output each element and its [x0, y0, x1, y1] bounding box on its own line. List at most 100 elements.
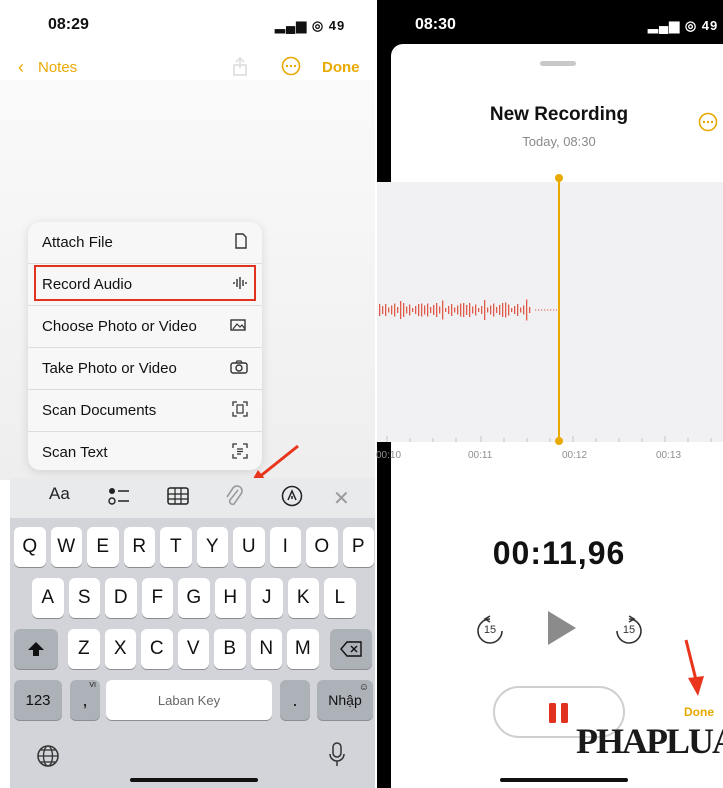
key-b[interactable]: B [214, 629, 246, 669]
waveform-bar [451, 304, 453, 316]
key-m[interactable]: M [287, 629, 319, 669]
key-k[interactable]: K [287, 578, 319, 618]
key-p[interactable]: P [342, 527, 374, 567]
waveform-bar [388, 307, 390, 313]
key-j[interactable]: J [251, 578, 283, 618]
key-v[interactable]: V [177, 629, 209, 669]
menu-item-label: Attach File [42, 234, 113, 251]
play-button[interactable] [546, 609, 578, 652]
more-icon[interactable] [698, 112, 718, 137]
menu-item-scan-text[interactable]: Scan Text [28, 432, 262, 470]
waveform-bar [505, 302, 507, 318]
menu-item-choose-photo[interactable]: Choose Photo or Video [28, 306, 262, 347]
microphone-icon[interactable] [328, 742, 346, 773]
status-time: 08:30 [415, 16, 456, 33]
key-x[interactable]: X [104, 629, 136, 669]
key-g[interactable]: G [178, 578, 210, 618]
status-time: 08:29 [48, 16, 89, 33]
waveform-bar [499, 305, 501, 315]
key-t[interactable]: T [160, 527, 192, 567]
share-icon[interactable] [230, 56, 250, 76]
key-f[interactable]: F [141, 578, 173, 618]
menu-item-label: Scan Text [42, 444, 108, 461]
skip-forward-15-button[interactable]: 15 [613, 615, 645, 647]
key-i[interactable]: I [269, 527, 301, 567]
waveform-bar [379, 304, 381, 316]
skip-back-15-button[interactable]: 15 [474, 615, 506, 647]
menu-item-scan-documents[interactable]: Scan Documents [28, 390, 262, 431]
numbers-key[interactable]: 123 [14, 680, 62, 720]
menu-item-label: Take Photo or Video [42, 360, 177, 377]
key-e[interactable]: E [87, 527, 119, 567]
checklist-icon[interactable] [108, 486, 130, 511]
return-key[interactable]: Nhập ☺ [317, 680, 373, 720]
playhead[interactable] [558, 176, 560, 444]
key-s[interactable]: S [68, 578, 100, 618]
key-a[interactable]: A [32, 578, 64, 618]
waveform-bar [478, 308, 480, 312]
table-icon[interactable] [167, 487, 189, 510]
waveform-bar [418, 304, 420, 316]
waveform-bar [457, 305, 459, 315]
skip-back-label: 15 [483, 624, 497, 636]
waveform-dot [544, 309, 546, 311]
menu-item-take-photo[interactable]: Take Photo or Video [28, 348, 262, 389]
waveform-bar [466, 305, 468, 315]
sheet-grabber[interactable] [540, 61, 576, 66]
waveform-bar [520, 307, 522, 313]
chevron-left-icon[interactable]: ‹ [18, 57, 24, 78]
key-n[interactable]: N [250, 629, 282, 669]
key-q[interactable]: Q [14, 527, 46, 567]
waveform-dot [556, 309, 557, 311]
more-icon[interactable] [281, 56, 301, 76]
period-key[interactable]: . [280, 680, 310, 720]
waveform-bar [517, 304, 519, 316]
recording-title[interactable]: New Recording [377, 104, 723, 126]
waveform-bar [403, 303, 405, 317]
done-button[interactable]: Done [684, 705, 714, 719]
key-o[interactable]: O [306, 527, 338, 567]
waveform-bar [490, 305, 492, 315]
pause-icon [549, 703, 568, 723]
waveform-bar [463, 303, 465, 317]
waveform-bar [529, 307, 531, 313]
timeline-label: 00:13 [656, 450, 682, 461]
close-icon[interactable]: ✕ [333, 486, 350, 511]
timeline-ticks [386, 436, 712, 442]
waveform-bar [394, 303, 396, 317]
play-icon [548, 611, 576, 645]
waveform-dot [550, 309, 552, 311]
globe-icon[interactable] [36, 744, 60, 773]
paperclip-icon[interactable] [224, 484, 244, 513]
key-w[interactable]: W [50, 527, 82, 567]
key-l[interactable]: L [324, 578, 356, 618]
elapsed-time: 00:11,96 [492, 535, 626, 571]
key-z[interactable]: Z [68, 629, 100, 669]
key-c[interactable]: C [141, 629, 173, 669]
menu-item-attach-file[interactable]: Attach File [28, 222, 262, 263]
markup-icon[interactable] [281, 485, 303, 512]
key-u[interactable]: U [233, 527, 265, 567]
shift-key[interactable] [14, 629, 58, 669]
back-button[interactable]: Notes [38, 59, 77, 76]
space-key[interactable]: Laban Key [106, 680, 272, 720]
backspace-key[interactable] [330, 629, 372, 669]
comma-key[interactable]: , VI [70, 680, 100, 720]
key-r[interactable]: R [123, 527, 155, 567]
waveform-bar [526, 299, 528, 321]
key-y[interactable]: Y [196, 527, 228, 567]
key-h[interactable]: H [214, 578, 246, 618]
highlight-box [34, 265, 256, 301]
waveform-bar [382, 306, 384, 314]
status-icons: ▂▄▆ ◎ 49 [648, 18, 719, 33]
waveform-dot [547, 309, 549, 311]
key-d[interactable]: D [105, 578, 137, 618]
doc-icon [234, 233, 248, 252]
menu-item-label: Choose Photo or Video [42, 318, 197, 335]
done-button[interactable]: Done [322, 59, 360, 76]
waveform-bar [484, 300, 486, 320]
waveform-dot [538, 309, 540, 311]
timeline-label: 00:11 [468, 450, 493, 461]
waveform-bar [493, 303, 495, 317]
format-button[interactable]: Aa [49, 484, 70, 504]
